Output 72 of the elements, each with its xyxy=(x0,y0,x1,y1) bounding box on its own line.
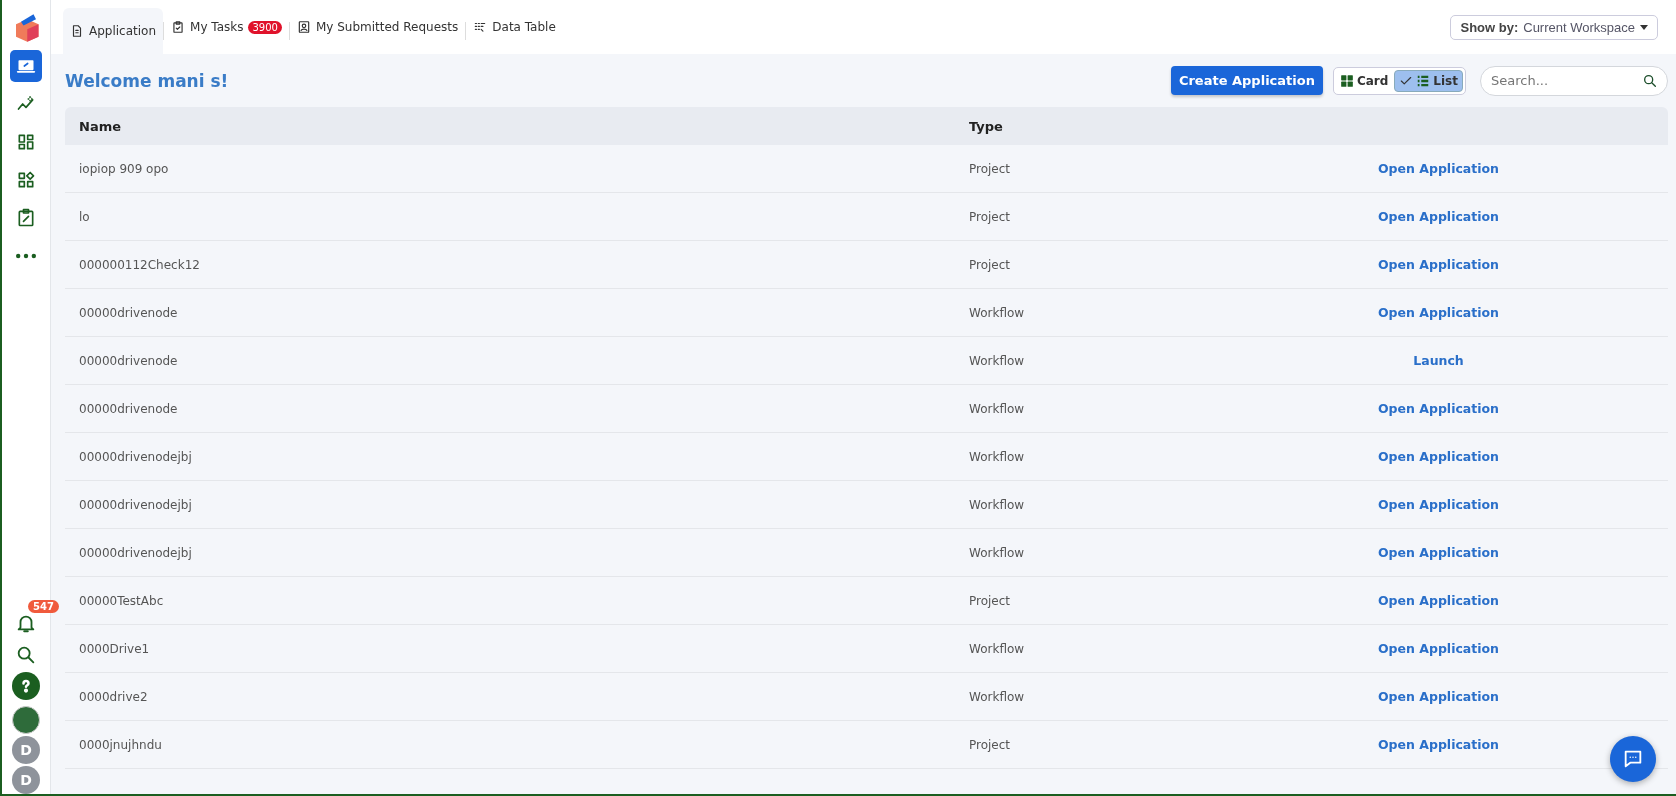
table-cell-text: Workflow xyxy=(968,353,1026,368)
tab[interactable]: My Submitted Requests xyxy=(289,0,466,54)
table-cell-text: Workflow xyxy=(968,497,1026,512)
action-link[interactable]: Launch xyxy=(1407,352,1470,369)
clipboard-check-icon xyxy=(171,20,186,34)
create-application-button[interactable]: Create Application xyxy=(1170,66,1323,95)
grid-icon xyxy=(1339,73,1354,88)
table-cell-text: lo xyxy=(78,209,91,224)
action-link[interactable]: Open Application xyxy=(1371,688,1505,705)
help-icon[interactable] xyxy=(12,672,40,700)
table-cell-text: Project xyxy=(968,257,1012,272)
chat-button[interactable] xyxy=(1610,736,1656,782)
task-count-badge: 3900 xyxy=(248,20,282,34)
table-cell-text: Workflow xyxy=(968,305,1026,320)
table-cell-text: Workflow xyxy=(968,641,1026,656)
column-header: Type xyxy=(968,118,1004,134)
user-avatar[interactable]: D xyxy=(12,766,40,794)
table-cell-text: Workflow xyxy=(968,689,1026,704)
table-cell-text: 0000jnujhndu xyxy=(78,737,163,752)
table-cell-text: Workflow xyxy=(968,401,1026,416)
apps-icon xyxy=(16,170,36,190)
action-link[interactable]: Open Application xyxy=(1371,544,1505,561)
sidebar-item[interactable] xyxy=(10,50,42,82)
table-cell-text: Project xyxy=(968,209,1012,224)
table-cell-text: Project xyxy=(968,161,1012,176)
table-cell-text: 00000drivenode xyxy=(78,353,179,368)
table-cell-text: 0000drive2 xyxy=(78,689,149,704)
table-cell-text: Workflow xyxy=(968,449,1026,464)
clipboard-icon xyxy=(16,208,36,228)
view-option[interactable]: Card xyxy=(1335,69,1393,92)
action-link[interactable]: Open Application xyxy=(1371,592,1505,609)
table-cell-text: 00000drivenode xyxy=(78,401,179,416)
tab[interactable]: Application xyxy=(63,8,164,54)
id-badge-icon xyxy=(296,20,311,34)
action-link[interactable]: Open Application xyxy=(1371,496,1505,513)
show-by-dropdown[interactable]: Show by: Current Workspace xyxy=(1450,14,1658,40)
action-link[interactable]: Open Application xyxy=(1371,256,1505,273)
action-link[interactable]: Open Application xyxy=(1371,208,1505,225)
search-field[interactable]: Search... xyxy=(1480,65,1668,96)
table-cell-text: iopiop 909 opo xyxy=(78,161,170,176)
list-icon xyxy=(1416,73,1431,88)
action-link[interactable]: Open Application xyxy=(1371,640,1505,657)
table-icon xyxy=(473,20,488,34)
chat-icon xyxy=(1622,748,1644,770)
table-cell-text: 000000112Check12 xyxy=(78,257,201,272)
action-link[interactable]: Open Application xyxy=(1371,448,1505,465)
tab[interactable]: My Tasks 3900 xyxy=(164,0,289,54)
caret-icon xyxy=(1640,24,1648,30)
dashboard-icon xyxy=(16,132,36,152)
table-cell-text: 0000Drive1 xyxy=(78,641,151,656)
table-cell-text: Workflow xyxy=(968,545,1026,560)
notification-count: 547 xyxy=(28,600,59,613)
table-cell-text: 00000drivenodejbj xyxy=(78,449,193,464)
user-avatar[interactable]: D xyxy=(12,736,40,764)
tab[interactable]: Data Table xyxy=(466,0,563,54)
user-avatar[interactable] xyxy=(12,706,40,734)
action-link[interactable]: Open Application xyxy=(1371,736,1505,753)
table-cell-text: Project xyxy=(968,593,1012,608)
welcome-heading: Welcome mani s! xyxy=(65,70,230,91)
search-icon xyxy=(1642,72,1658,89)
table-cell-text: 00000drivenodejbj xyxy=(78,497,193,512)
table-cell-text: 00000drivenodejbj xyxy=(78,545,193,560)
view-option[interactable]: List xyxy=(1394,69,1463,92)
column-header: Name xyxy=(78,118,122,134)
document-icon xyxy=(70,24,84,38)
search-icon[interactable] xyxy=(15,644,37,666)
action-link[interactable]: Open Application xyxy=(1371,160,1505,177)
table-cell-text: Project xyxy=(968,737,1012,752)
action-link[interactable]: Open Application xyxy=(1371,304,1505,321)
table-cell-text: 00000drivenode xyxy=(78,305,179,320)
action-link[interactable]: Open Application xyxy=(1371,400,1505,417)
table-cell-text: 00000TestAbc xyxy=(78,593,165,608)
